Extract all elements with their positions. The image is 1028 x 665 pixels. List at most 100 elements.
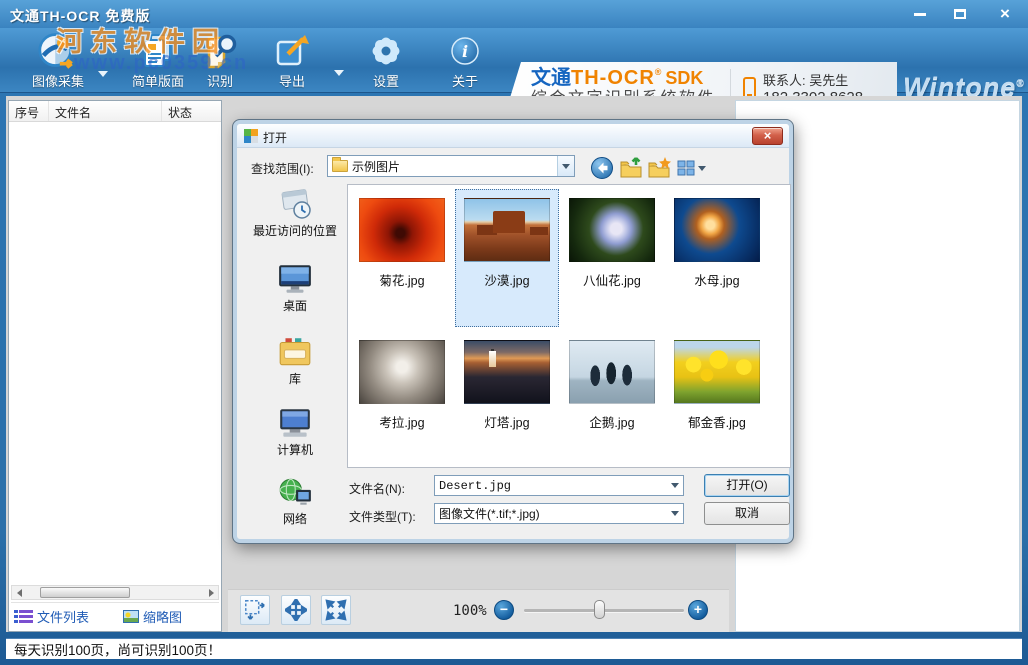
file-list-header: 序号 文件名 状态	[9, 101, 221, 122]
jellyfish-photo-thumbnail	[674, 198, 760, 262]
file-item-shuimu[interactable]: 水母.jpg	[665, 189, 769, 327]
quota-status-text: 每天识别100页，尚可识别100页！	[14, 639, 221, 659]
zoom-slider-thumb[interactable]	[594, 600, 605, 619]
column-header-filename[interactable]: 文件名	[49, 101, 162, 121]
about-button[interactable]: i 关于	[432, 31, 498, 91]
dialog-sidebar: 最近访问的位置 桌面	[245, 182, 345, 527]
move-icon	[285, 599, 307, 621]
lighthouse-photo-thumbnail	[464, 340, 550, 404]
sidebar-item-label: 桌面	[283, 297, 307, 314]
file-item-shamo-selected[interactable]: 沙漠.jpg	[455, 189, 559, 327]
contact-name: 联系人: 吴先生	[763, 70, 863, 89]
file-list-panel: 序号 文件名 状态 文件列表 缩略图	[8, 100, 222, 632]
chevron-down-icon	[698, 166, 706, 171]
filename-label: 文件名(N):	[349, 480, 405, 497]
maximize-button[interactable]	[945, 4, 975, 24]
folder-icon	[332, 160, 348, 172]
horizontal-scrollbar[interactable]	[11, 585, 219, 600]
filetype-dropdown-button[interactable]	[666, 504, 683, 523]
region-select-icon	[243, 598, 267, 622]
zoom-out-button[interactable]: −	[494, 600, 514, 620]
file-item-juhua[interactable]: 菊花.jpg	[350, 189, 454, 327]
export-label: 导出	[279, 71, 305, 90]
computer-icon	[277, 407, 313, 439]
close-button[interactable]: ×	[990, 4, 1020, 24]
sidebar-item-label: 计算机	[277, 441, 313, 458]
registered-mark: ®	[655, 67, 662, 77]
file-name: 企鹅.jpg	[589, 412, 634, 431]
dialog-title-bar[interactable]: 打开 ×	[237, 124, 789, 148]
filetype-label: 文件类型(T):	[349, 508, 416, 525]
sidebar-item-network[interactable]: 网络	[277, 476, 313, 527]
dialog-close-button[interactable]: ×	[752, 127, 783, 145]
tab-thumbnails-label: 缩略图	[143, 607, 182, 626]
up-one-level-button[interactable]	[618, 155, 644, 181]
banner-brand-cn: 文通	[531, 67, 571, 89]
file-item-baxianhua[interactable]: 八仙花.jpg	[560, 189, 664, 327]
sidebar-item-label: 库	[289, 370, 301, 387]
dialog-title: 打开	[263, 129, 287, 146]
scrollbar-thumb[interactable]	[40, 587, 130, 598]
sidebar-item-libraries[interactable]: 库	[277, 336, 313, 387]
sidebar-item-desktop[interactable]: 桌面	[277, 263, 313, 314]
file-name: 考拉.jpg	[379, 412, 424, 431]
file-name: 灯塔.jpg	[484, 412, 529, 431]
close-icon: ×	[1000, 6, 1010, 22]
maximize-icon	[954, 9, 966, 19]
minimize-button[interactable]	[905, 4, 935, 24]
chevron-down-icon	[671, 511, 679, 516]
zoom-in-button[interactable]: +	[688, 600, 708, 620]
open-button[interactable]: 打开(O)	[704, 474, 790, 497]
folder-up-icon	[619, 156, 643, 180]
tulips-photo-thumbnail	[674, 340, 760, 404]
lookin-dropdown-button[interactable]	[557, 156, 574, 176]
pan-move-button[interactable]	[281, 595, 311, 625]
file-name: 八仙花.jpg	[583, 270, 641, 289]
export-button[interactable]: 导出	[258, 31, 326, 91]
cancel-button[interactable]: 取消	[704, 502, 790, 525]
desert-photo-thumbnail	[464, 198, 550, 262]
chevron-down-icon	[562, 164, 570, 169]
lookin-value: 示例图片	[348, 158, 557, 175]
minimize-icon	[914, 13, 926, 16]
column-header-index[interactable]: 序号	[9, 101, 49, 121]
fit-screen-button[interactable]	[321, 595, 351, 625]
filetype-combobox[interactable]: 图像文件(*.tif;*.jpg)	[434, 503, 684, 524]
tab-file-list[interactable]: 文件列表	[19, 607, 89, 626]
file-item-qie[interactable]: 企鹅.jpg	[560, 331, 664, 468]
svg-text:i: i	[462, 42, 468, 61]
open-file-dialog: 打开 × 查找范围(I): 示例图片	[233, 120, 793, 543]
export-chevron-down-icon[interactable]	[334, 70, 344, 76]
region-select-button[interactable]	[240, 595, 270, 625]
new-folder-icon	[647, 156, 671, 180]
filetype-value: 图像文件(*.tif;*.jpg)	[435, 505, 666, 522]
thumbnail-icon	[123, 610, 139, 623]
lookin-combobox[interactable]: 示例图片	[327, 155, 575, 177]
filename-dropdown-button[interactable]	[666, 476, 683, 495]
libraries-icon	[277, 336, 313, 368]
column-header-status[interactable]: 状态	[162, 101, 219, 121]
chevron-down-icon	[671, 483, 679, 488]
viewer-toolbar: 100% − +	[228, 589, 729, 632]
sidebar-item-recent[interactable]: 最近访问的位置	[253, 186, 337, 239]
tab-thumbnails[interactable]: 缩略图	[123, 607, 182, 626]
banner-sdk: SDK	[665, 68, 703, 88]
sidebar-item-computer[interactable]: 计算机	[277, 407, 313, 458]
file-item-dengta[interactable]: 灯塔.jpg	[455, 331, 559, 468]
file-item-yujinxiang[interactable]: 郁金香.jpg	[665, 331, 769, 468]
filename-combobox[interactable]: Desert.jpg	[434, 475, 684, 496]
dialog-app-icon	[244, 129, 258, 143]
settings-button[interactable]: 设置	[352, 31, 420, 91]
file-name: 水母.jpg	[694, 270, 739, 289]
scroll-left-arrow[interactable]	[12, 586, 26, 599]
views-menu-button[interactable]	[674, 155, 708, 181]
file-item-kaola[interactable]: 考拉.jpg	[350, 331, 454, 468]
new-folder-button[interactable]	[646, 155, 672, 181]
scroll-right-arrow[interactable]	[204, 586, 218, 599]
recent-places-icon	[276, 186, 314, 220]
expand-icon	[325, 599, 347, 621]
back-button[interactable]	[589, 155, 615, 181]
view-tabs: 文件列表 缩略图	[11, 602, 219, 629]
desktop-icon	[277, 263, 313, 295]
sidebar-item-label: 网络	[283, 510, 307, 527]
